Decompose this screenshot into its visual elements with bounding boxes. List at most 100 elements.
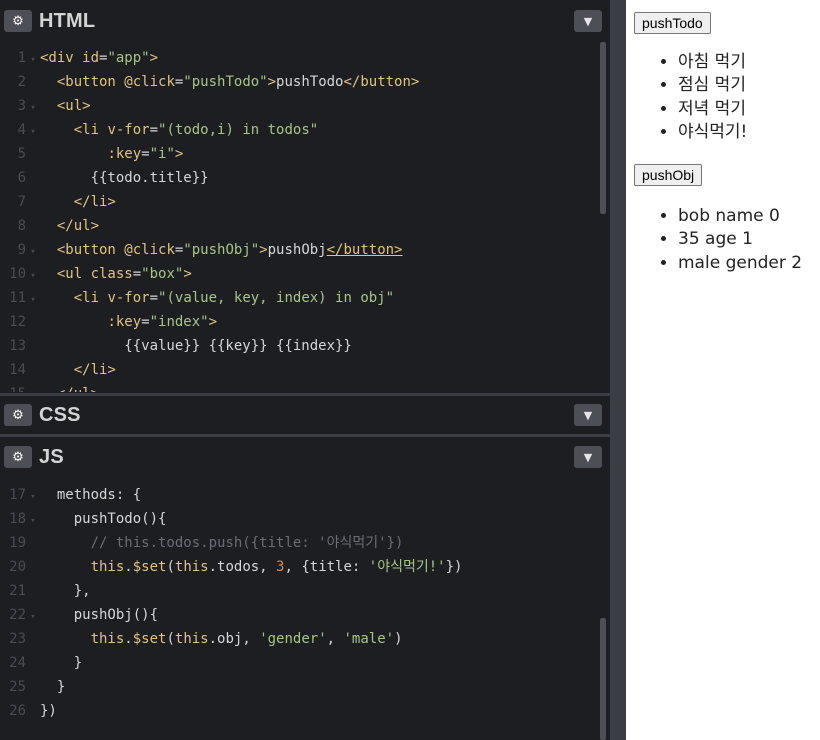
js-scrollbar[interactable] [600,618,606,740]
code-line[interactable]: 5 :key="i"> [0,142,610,166]
code-line[interactable]: 26 }) [0,699,610,723]
code-text: </ul> [40,386,99,392]
line-number: 26 [9,703,26,719]
fold-arrow-icon[interactable]: ▾ [26,264,40,288]
code-text: // this.todos.push({title: '야식먹기'}) [40,535,404,551]
line-number: 9 [17,242,26,258]
code-line[interactable]: 4 ▾ <li v-for="(todo,i) in todos" [0,118,610,142]
fold-arrow-icon[interactable]: ▾ [26,240,40,264]
result-preview: pushTodo 아침 먹기점심 먹기저녁 먹기야식먹기! pushObj bo… [626,0,820,740]
code-line[interactable]: 2 <button @click="pushTodo">pushTodo</bu… [0,70,610,94]
code-line[interactable]: 20 this.$set(this.todos, 3, {title: '야식먹… [0,555,610,579]
code-token: $set [132,631,167,647]
code-token: pushTodo(){ [40,511,167,527]
code-line[interactable]: 25 } [0,675,610,699]
fold-arrow-icon[interactable]: ▾ [26,485,40,509]
code-editor: ⚙ HTML ▼ 1 ▾ <div id="app"> 2 <button @clic… [0,0,610,740]
code-line[interactable]: 23 this.$set(this.obj, 'gender', 'male') [0,627,610,651]
code-line[interactable]: 11 ▾ <li v-for="(value, key, index) in ob… [0,286,610,310]
fold-arrow-icon[interactable]: ▾ [26,96,40,120]
fold-arrow-icon[interactable]: ▾ [26,509,40,533]
code-token: "(todo,i) in todos" [158,122,319,138]
code-token: <button [56,74,125,90]
code-token: <li [73,290,108,306]
code-line[interactable]: 21 }, [0,579,610,603]
fold-arrow-icon[interactable]: ▾ [26,120,40,144]
panel-divider[interactable] [0,393,610,396]
line-number: 18 [9,511,26,527]
js-panel-header[interactable]: ⚙ JS ▼ [0,440,610,474]
code-token: {{value}} {{key}} {{index}} [40,338,352,354]
code-line[interactable]: 18 ▾ pushTodo(){ [0,507,610,531]
gear-icon[interactable]: ⚙ [4,10,32,32]
line-number: 25 [9,679,26,695]
panel-divider[interactable] [0,434,610,437]
line-number: 17 [9,487,26,503]
code-token: <ul [56,266,91,282]
code-line[interactable]: 6 {{todo.title}} [0,166,610,190]
code-line[interactable]: 19 // this.todos.push({title: '야식먹기'}) [0,531,610,555]
fold-arrow-icon[interactable]: ▾ [26,605,40,629]
push-obj-button[interactable]: pushObj [634,164,703,186]
code-line[interactable]: 7 </li> [0,190,610,214]
code-token: @click [124,74,175,90]
code-line[interactable]: 13 {{value}} {{key}} {{index}} [0,334,610,358]
code-token: </ul> [57,386,99,392]
code-token: ( [166,631,175,647]
html-code-area[interactable]: 1 ▾ <div id="app"> 2 <button @click="pushTo… [0,46,610,392]
code-token: methods: { [40,487,142,503]
js-code-area[interactable]: 17 ▾ methods: {18 ▾ pushTodo(){19 // this.… [0,483,610,740]
code-line[interactable]: 24 } [0,651,610,675]
todo-list-item: 야식먹기! [678,121,747,144]
code-token: > [183,266,192,282]
code-line[interactable]: 3 ▾ <ul> [0,94,610,118]
line-number: 1 [17,50,26,66]
code-text: :key="index"> [40,314,217,330]
code-token: this [90,631,125,647]
code-line[interactable]: 22 ▾ pushObj(){ [0,603,610,627]
code-text: </li> [40,362,116,378]
code-text: <ul> [40,98,91,114]
code-line[interactable]: 12 :key="index"> [0,310,610,334]
code-token: = [149,122,159,138]
fold-gutter [26,312,40,336]
fold-arrow-icon[interactable]: ▾ [26,48,40,72]
code-token: this [174,559,209,575]
fold-arrow-icon[interactable]: ▾ [26,288,40,312]
chevron-down-icon[interactable]: ▼ [574,10,602,32]
gear-icon[interactable]: ⚙ [4,404,32,426]
line-number: 14 [9,362,26,378]
gear-icon[interactable]: ⚙ [4,446,32,468]
pane-resize-handle[interactable] [610,0,626,740]
code-line[interactable]: 17 ▾ methods: { [0,483,610,507]
html-panel-header[interactable]: ⚙ HTML ▼ [0,4,610,38]
css-panel-header[interactable]: ⚙ CSS ▼ [0,398,610,432]
code-line[interactable]: 9 ▾ <button @click="pushObj">pushObj</but… [0,238,610,262]
line-number: 23 [9,631,26,647]
push-todo-button[interactable]: pushTodo [634,12,711,34]
code-line[interactable]: 1 ▾ <div id="app"> [0,46,610,70]
code-text: {{value}} {{key}} {{index}} [40,338,352,354]
code-token: .todos, [208,559,277,575]
code-line[interactable]: 8 </ul> [0,214,610,238]
code-token: v-for [107,290,150,306]
code-line[interactable]: 14 </li> [0,358,610,382]
code-token: "box" [141,266,184,282]
html-scrollbar[interactable] [600,42,606,214]
line-number: 4 [17,122,26,138]
chevron-down-icon[interactable]: ▼ [574,446,602,468]
chevron-down-icon[interactable]: ▼ [574,404,602,426]
code-token: . [124,631,133,647]
code-text: <button @click="pushTodo">pushTodo</butt… [40,74,419,90]
obj-list-item: bob name 0 [678,205,802,228]
obj-list: bob name 035 age 1male gender 2 [678,205,802,275]
line-number: 2 [17,74,26,90]
code-line[interactable]: 15 </ul> [0,382,610,392]
code-line[interactable]: 10 ▾ <ul class="box"> [0,262,610,286]
line-number: 11 [9,290,26,306]
